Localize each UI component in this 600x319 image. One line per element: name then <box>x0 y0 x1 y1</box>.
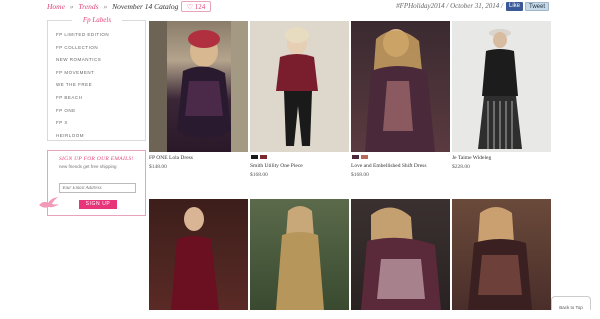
label-item[interactable]: FP COLLECTION <box>56 42 145 55</box>
breadcrumb-separator: » <box>69 2 74 11</box>
like-count-button[interactable]: ♡ 124 <box>181 1 211 12</box>
product-photo[interactable] <box>452 21 551 152</box>
color-swatch[interactable] <box>260 155 267 159</box>
product-photo[interactable] <box>351 21 450 152</box>
product-photo[interactable] <box>351 199 450 310</box>
color-swatch[interactable] <box>251 155 258 159</box>
product-photo[interactable] <box>149 199 248 310</box>
email-signup-panel: SIGN UP FOR OUR EMAILS! new friends get … <box>47 150 146 216</box>
breadcrumb-current: November 14 Catalog <box>112 2 179 11</box>
label-item[interactable]: NEW ROMANTICS <box>56 54 145 67</box>
product-price: $228.00 <box>452 164 470 170</box>
label-item[interactable]: WE THE FREE <box>56 79 145 92</box>
product-price: $148.00 <box>149 164 167 170</box>
labels-list: FP LIMITED EDITION FP COLLECTION NEW ROM… <box>56 29 145 142</box>
product-photo[interactable] <box>452 199 551 310</box>
product-photo[interactable] <box>149 21 248 152</box>
sign-up-button[interactable]: SIGN UP <box>79 200 117 209</box>
social-buttons: Like Tweet <box>506 2 550 11</box>
product-price: $168.00 <box>351 172 369 178</box>
breadcrumb-separator: » <box>103 2 108 11</box>
product-photo[interactable] <box>250 199 349 310</box>
labels-panel: Fp Labels FP LIMITED EDITION FP COLLECTI… <box>47 16 146 142</box>
label-item[interactable]: FP ONE <box>56 105 145 118</box>
labels-title: Fp Labels <box>72 16 122 24</box>
product-name[interactable]: FP ONE Lola Dress <box>149 155 193 161</box>
hashtag-date: #FPHoliday2014 / October 31, 2014 / <box>396 2 503 10</box>
facebook-like-button[interactable]: Like <box>506 2 524 11</box>
top-bar: Home » Trends » November 14 Catalog ♡ 12… <box>0 0 600 14</box>
product-price: $168.00 <box>250 172 268 178</box>
bird-icon <box>39 197 59 208</box>
color-swatch[interactable] <box>361 155 368 159</box>
product-photo[interactable] <box>250 21 349 152</box>
tweet-button[interactable]: Tweet <box>525 2 550 11</box>
email-field[interactable] <box>59 183 136 193</box>
breadcrumb-trends-link[interactable]: Trends <box>78 2 98 11</box>
back-to-top-button[interactable]: Back to Top <box>551 296 591 310</box>
label-item[interactable]: FP X <box>56 117 145 130</box>
email-signup-title: SIGN UP FOR OUR EMAILS! <box>59 156 134 162</box>
color-swatch[interactable] <box>352 155 359 159</box>
label-item[interactable]: FP LIMITED EDITION <box>56 29 145 42</box>
breadcrumb: Home » Trends » November 14 Catalog <box>47 2 178 11</box>
label-item[interactable]: HEIRLOOM <box>56 130 145 143</box>
product-name[interactable]: Smith Utility One Piece <box>250 163 303 169</box>
breadcrumb-home-link[interactable]: Home <box>47 2 65 11</box>
product-name[interactable]: Je Taime Wideleg <box>452 155 491 161</box>
label-item[interactable]: FP MOVEMENT <box>56 67 145 80</box>
label-item[interactable]: FP BEACH <box>56 92 145 105</box>
email-signup-subtitle: new friends get free shipping <box>59 164 117 169</box>
product-name[interactable]: Love and Embellished Shift Dress <box>351 163 426 169</box>
